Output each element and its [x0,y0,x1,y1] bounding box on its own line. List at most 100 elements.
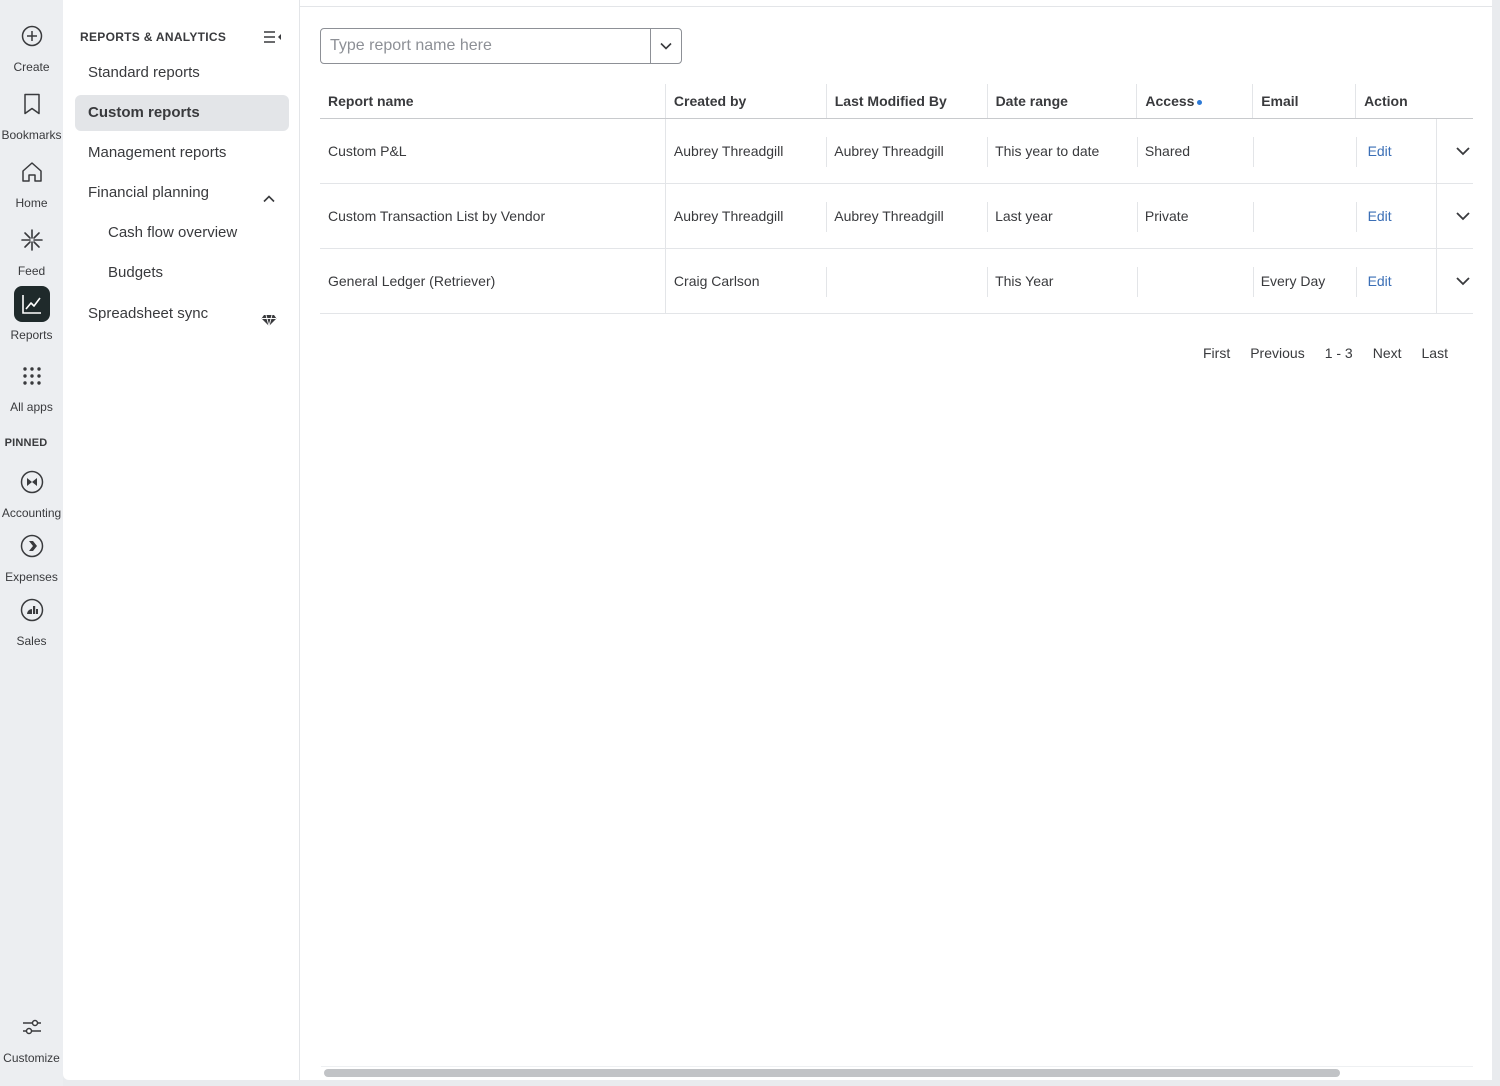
col-last-modified-by[interactable]: Last Modified By [825,84,988,119]
cell-access: Shared [1136,118,1253,184]
subnav-item-label: Budgets [108,264,164,281]
col-email[interactable]: Email [1252,84,1356,119]
edit-link[interactable]: Edit [1364,143,1392,159]
rail-reports[interactable]: Reports [0,286,63,342]
rail-reports-label: Reports [10,328,53,342]
pager-last[interactable]: Last [1422,345,1448,361]
cell-action: Edit [1355,183,1437,249]
rail-all-apps-label: All apps [10,400,53,414]
chevron-down-icon [660,42,672,50]
subnav-item-cash-flow-overview[interactable]: Cash flow overview [75,215,289,251]
cell-modified-by: Aubrey Threadgill [826,183,988,249]
col-access[interactable]: Access [1136,84,1253,119]
rail-expenses-label: Expenses [5,570,58,584]
rail-accounting[interactable]: Accounting [0,464,63,520]
col-expand [1436,84,1473,119]
cell-report-name[interactable]: Custom Transaction List by Vendor [320,183,666,249]
chevron-down-icon[interactable] [1453,271,1473,291]
rail-bookmarks[interactable]: Bookmarks [0,86,63,142]
pager-range: 1 - 3 [1324,345,1353,361]
cell-created-by: Aubrey Threadgill [664,183,827,249]
table-row: Custom P&L Aubrey Threadgill Aubrey Thre… [320,118,1473,184]
subnav-item-standard-reports[interactable]: Standard reports [75,55,289,91]
pager-first[interactable]: First [1203,345,1230,361]
rail-sales[interactable]: Sales [0,592,63,648]
subnav-item-financial-planning[interactable]: Financial planning [75,175,289,211]
subnav-item-label: Management reports [88,144,227,161]
subnav-item-label: Custom reports [88,104,200,121]
chevron-down-icon[interactable] [1453,141,1473,161]
subnav-item-management-reports[interactable]: Management reports [75,135,289,171]
window-edge [1492,0,1500,1086]
main-panel: REPORTS & ANALYTICS Standard reports Cus… [63,0,1500,1080]
chevron-up-icon [261,185,277,203]
rail-customize-label: Customize [3,1051,60,1065]
home-icon [14,154,50,190]
table-header-row: Report name Created by Last Modified By … [320,84,1473,119]
cell-report-name[interactable]: Custom P&L [320,118,666,184]
cell-date-range: This Year [987,248,1137,314]
cell-created-by: Craig Carlson [664,248,827,314]
edit-link[interactable]: Edit [1364,273,1392,289]
cell-created-by: Aubrey Threadgill [664,118,827,184]
col-created-by[interactable]: Created by [664,84,827,119]
rail-feed-label: Feed [17,264,46,278]
sliders-icon [14,1009,50,1045]
col-date-range[interactable]: Date range [986,84,1137,119]
horizontal-scrollbar-thumb[interactable] [324,1069,1340,1077]
rail-sales-label: Sales [16,634,47,648]
rail-all-apps[interactable]: All apps [0,358,63,414]
subnav-item-label: Financial planning [88,184,209,201]
cell-report-name[interactable]: General Ledger (Retriever) [320,248,666,314]
custom-reports-table: Report name Created by Last Modified By … [320,84,1473,314]
cell-access: Private [1136,183,1253,249]
rail-feed[interactable]: Feed [0,222,63,278]
rail-expenses[interactable]: Expenses [0,528,63,584]
pinned-heading: PINNED [4,437,48,449]
rail-home-label: Home [15,196,48,210]
pager-next[interactable]: Next [1373,345,1402,361]
subnav-item-spreadsheet-sync[interactable]: Spreadsheet sync [75,296,289,332]
edit-link[interactable]: Edit [1364,208,1392,224]
grid-dots-icon [14,358,50,394]
pager-previous[interactable]: Previous [1250,345,1304,361]
cell-modified-by [826,248,988,314]
rail-create[interactable]: Create [0,18,63,74]
subnav-item-label: Spreadsheet sync [88,305,209,322]
cell-date-range: This year to date [987,118,1137,184]
cell-expand [1435,183,1473,249]
expenses-icon [14,528,50,564]
app-rail: Create Bookmarks Home Feed Reports All a… [0,0,63,1086]
report-search-input[interactable] [321,29,650,63]
diamond-icon [261,306,277,328]
cell-email: Every Day [1252,248,1356,314]
chart-line-icon [13,286,50,322]
table-row: General Ledger (Retriever) Craig Carlson… [320,248,1473,314]
cell-date-range: Last year [987,183,1137,249]
cell-email [1252,183,1356,249]
cell-expand [1435,118,1473,184]
access-info-dot [1197,99,1203,105]
rail-home[interactable]: Home [0,154,63,210]
top-divider [300,6,1500,7]
table-row: Custom Transaction List by Vendor Aubrey… [320,183,1473,249]
accounting-icon [14,464,50,500]
chevron-down-icon[interactable] [1453,206,1473,226]
cell-modified-by: Aubrey Threadgill [826,118,988,184]
plus-circle-icon [14,18,50,54]
rail-bookmarks-label: Bookmarks [1,128,62,142]
report-search [320,28,682,64]
col-action: Action [1355,84,1437,119]
subnav-item-custom-reports[interactable]: Custom reports [75,95,289,131]
report-search-dropdown[interactable] [650,29,681,63]
subnav-title: REPORTS & ANALYTICS [80,30,227,44]
rail-customize[interactable]: Customize [0,1009,63,1065]
cell-email [1252,118,1356,184]
cell-action: Edit [1355,118,1437,184]
col-report-name[interactable]: Report name [320,84,666,119]
bookmark-icon [14,86,50,122]
subnav-item-budgets[interactable]: Budgets [75,255,289,291]
subnav-item-label: Cash flow overview [108,224,238,241]
collapse-menu-icon[interactable] [262,29,282,45]
sales-icon [14,592,50,628]
